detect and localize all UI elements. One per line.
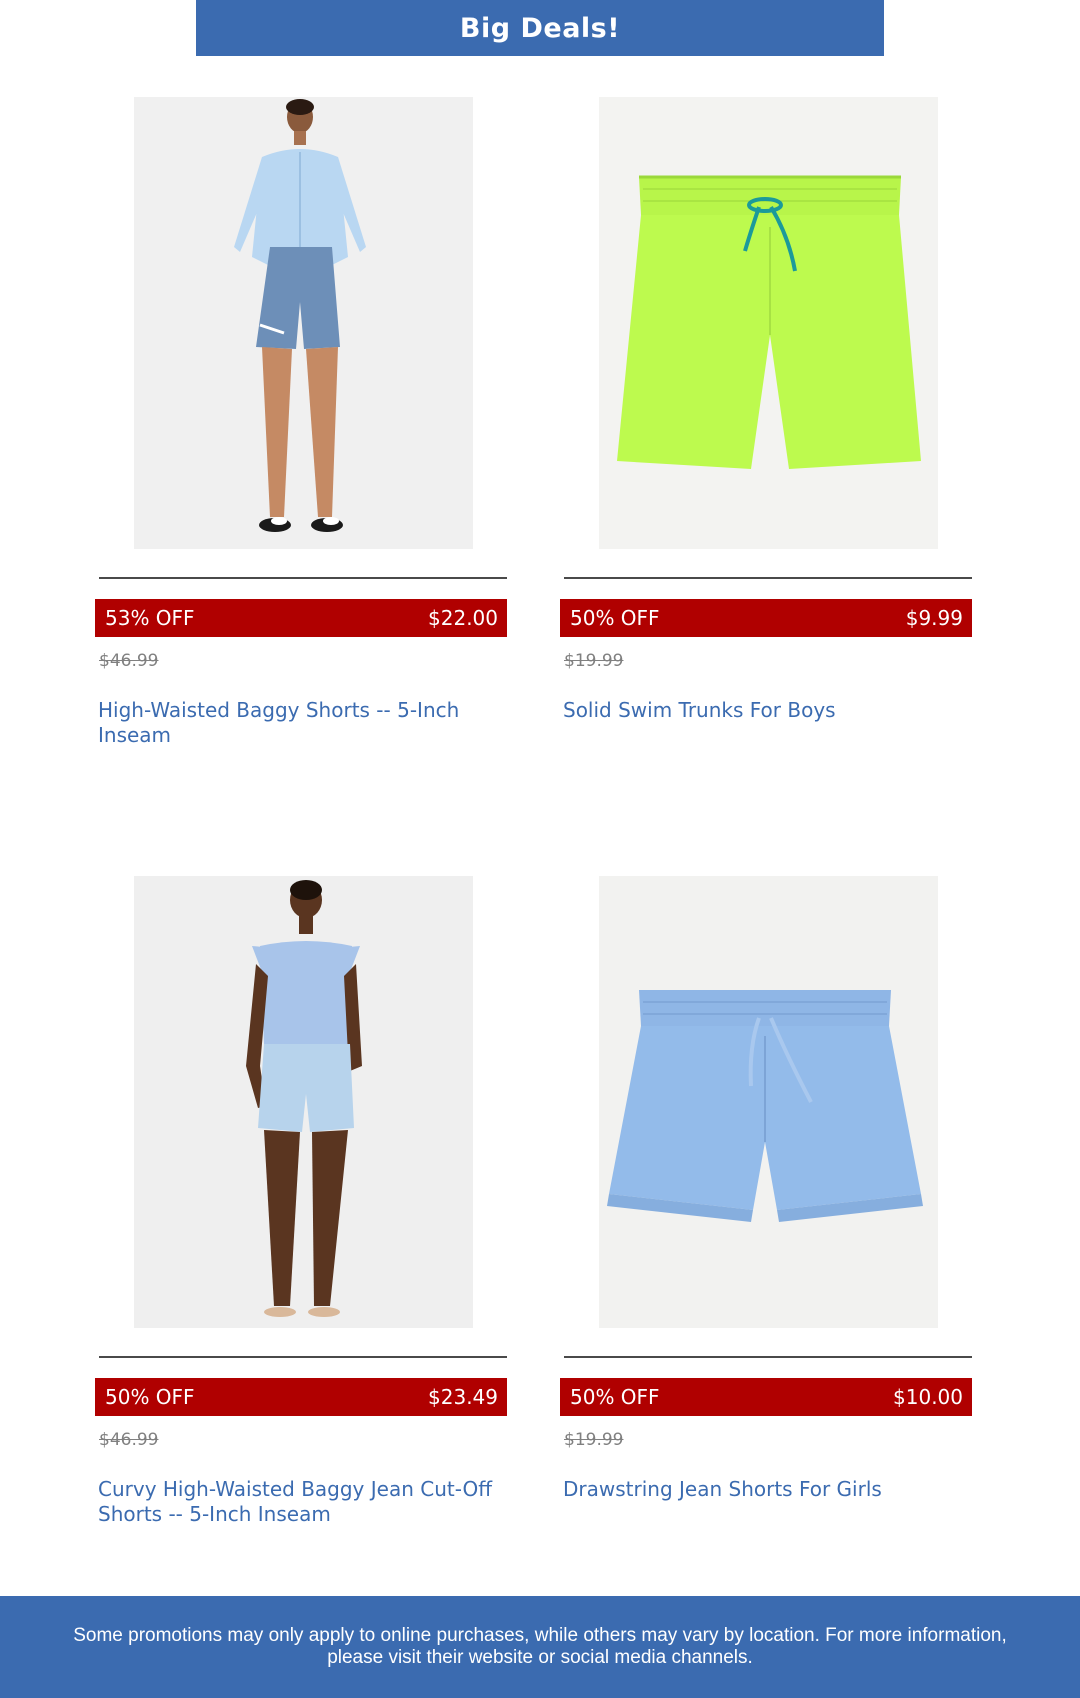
deal-bar: 50% OFF $10.00 xyxy=(560,1378,972,1416)
price-divider xyxy=(99,1356,507,1358)
product-card-4[interactable]: 50% OFF $10.00 $19.99 Drawstring Jean Sh… xyxy=(560,876,980,1576)
product-image-woman-denim-shorts[interactable] xyxy=(134,97,473,549)
original-price: $46.99 xyxy=(99,651,159,671)
sale-price: $22.00 xyxy=(428,606,498,630)
deal-bar: 50% OFF $23.49 xyxy=(95,1378,507,1416)
big-deals-banner: Big Deals! xyxy=(196,0,884,56)
price-divider xyxy=(99,577,507,579)
deal-bar: 50% OFF $9.99 xyxy=(560,599,972,637)
product-image-woman-jean-cutoffs[interactable] xyxy=(134,876,473,1328)
disclaimer-text: Some promotions may only apply to online… xyxy=(73,1625,1007,1668)
price-divider xyxy=(564,577,972,579)
price-divider xyxy=(564,1356,972,1358)
discount-label: 50% OFF xyxy=(570,606,660,630)
discount-label: 50% OFF xyxy=(570,1385,660,1409)
product-image-green-swim-trunks[interactable] xyxy=(599,97,938,549)
sale-price: $9.99 xyxy=(905,606,963,630)
sale-price: $23.49 xyxy=(428,1385,498,1409)
original-price: $46.99 xyxy=(99,1430,159,1450)
product-name-link[interactable]: Curvy High-Waisted Baggy Jean Cut-Off Sh… xyxy=(98,1477,498,1527)
original-price: $19.99 xyxy=(564,1430,624,1450)
discount-label: 53% OFF xyxy=(105,606,195,630)
product-card-1[interactable]: 53% OFF $22.00 $46.99 High-Waisted Baggy… xyxy=(95,97,515,797)
product-card-3[interactable]: 50% OFF $23.49 $46.99 Curvy High-Waisted… xyxy=(95,876,515,1576)
original-price: $19.99 xyxy=(564,651,624,671)
sale-price: $10.00 xyxy=(893,1385,963,1409)
product-name-link[interactable]: Solid Swim Trunks For Boys xyxy=(563,698,963,723)
product-name-link[interactable]: Drawstring Jean Shorts For Girls xyxy=(563,1477,963,1502)
product-name-link[interactable]: High-Waisted Baggy Shorts -- 5-Inch Inse… xyxy=(98,698,498,748)
product-card-2[interactable]: 50% OFF $9.99 $19.99 Solid Swim Trunks F… xyxy=(560,97,980,797)
product-image-chambray-drawstring-shorts[interactable] xyxy=(599,876,938,1328)
deal-bar: 53% OFF $22.00 xyxy=(95,599,507,637)
discount-label: 50% OFF xyxy=(105,1385,195,1409)
promotions-disclaimer: Some promotions may only apply to online… xyxy=(0,1596,1080,1698)
